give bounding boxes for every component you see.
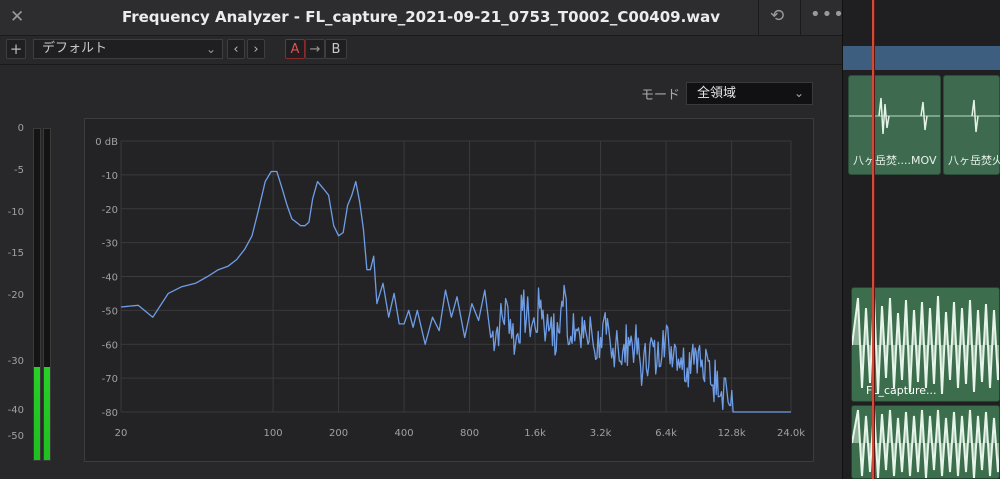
- y-tick-label: -30: [102, 239, 118, 250]
- timeline: 八ヶ岳焚....MOV 八ヶ岳焚火 FL_capture...: [843, 0, 1000, 479]
- y-tick-label: -80: [102, 408, 118, 419]
- meter-tick: -20: [7, 290, 24, 301]
- meter-channel-left: [33, 128, 41, 461]
- next-preset-button[interactable]: ›: [247, 39, 265, 59]
- y-tick-label: -10: [102, 171, 118, 182]
- chevron-down-icon: ⌄: [205, 42, 216, 56]
- previous-preset-button[interactable]: ‹: [227, 39, 245, 59]
- x-tick-label: 400: [395, 428, 414, 439]
- divider: [800, 0, 801, 35]
- divider: [758, 0, 759, 35]
- x-tick-label: 20: [115, 428, 128, 439]
- meter-tick: 0: [17, 123, 24, 134]
- chevron-down-icon: ⌄: [793, 86, 804, 100]
- preset-dropdown[interactable]: デフォルト ⌄: [33, 39, 223, 59]
- clip-label: 八ヶ岳焚....MOV: [853, 154, 937, 167]
- x-tick-label: 3.2k: [590, 428, 612, 439]
- meter-tick: -15: [7, 248, 24, 259]
- meter-fill-right: [44, 367, 50, 460]
- clip-waveform: [944, 99, 1000, 133]
- meter-tick: -10: [7, 207, 24, 218]
- video-clip[interactable]: 八ヶ岳焚....MOV: [848, 75, 941, 175]
- more-icon[interactable]: •••: [810, 4, 845, 25]
- mode-value: 全領域: [697, 86, 737, 101]
- x-tick-label: 800: [460, 428, 479, 439]
- spectrum-panel: 0 dB -10 -20 -30 -40 -50 -60 -70 -80 20 100 200 400 8…: [84, 118, 814, 462]
- meter-tick: -40: [7, 405, 24, 416]
- timeline-track-bar: [843, 46, 1000, 70]
- clip-label: 八ヶ岳焚火: [948, 154, 1000, 167]
- y-tick-label: -40: [102, 273, 118, 284]
- x-tick-label: 100: [264, 428, 283, 439]
- compare-a-button[interactable]: A: [285, 39, 305, 59]
- meter-tick: -50: [7, 431, 24, 442]
- mode-select[interactable]: 全領域 ⌄: [686, 82, 813, 105]
- spectrum-chart: 0 dB -10 -20 -30 -40 -50 -60 -70 -80 20 100 200 400 8…: [95, 137, 805, 439]
- x-tick-label: 12.8k: [718, 428, 746, 439]
- meter-tick: -30: [7, 356, 24, 367]
- y-tick-label: -60: [102, 340, 118, 351]
- mode-label: モード: [641, 88, 681, 103]
- x-tick-label: 200: [329, 428, 348, 439]
- preset-value: デフォルト: [42, 41, 108, 56]
- x-tick-label: 6.4k: [655, 428, 677, 439]
- meter-tick: -5: [14, 165, 24, 176]
- copy-a-to-b-button[interactable]: →: [305, 39, 325, 59]
- clip-label: FL_capture...: [866, 384, 937, 397]
- title-bar[interactable]: ✕ Frequency Analyzer - FL_capture_2021-0…: [0, 0, 845, 36]
- x-tick-label: 24.0k: [777, 428, 805, 439]
- y-tick-label: -50: [102, 306, 118, 317]
- frequency-analyzer-window: ✕ Frequency Analyzer - FL_capture_2021-0…: [0, 0, 845, 479]
- video-clip[interactable]: 八ヶ岳焚火: [943, 75, 1000, 175]
- y-tick-label: -70: [102, 374, 118, 385]
- meter-fill-left: [34, 367, 40, 460]
- window-title: Frequency Analyzer - FL_capture_2021-09-…: [121, 8, 721, 26]
- preset-toolbar: + デフォルト ⌄ ‹ › A → B: [0, 36, 842, 65]
- history-icon[interactable]: ⟲: [770, 6, 784, 26]
- x-tick-label: 1.6k: [524, 428, 546, 439]
- spectrum-line: [120, 170, 791, 413]
- y-tick-label: -20: [102, 205, 118, 216]
- meter-channel-right: [43, 128, 51, 461]
- playhead-shadow: [874, 0, 875, 479]
- clip-waveform: [849, 97, 940, 135]
- y-tick-label: 0 dB: [95, 137, 118, 148]
- compare-b-button[interactable]: B: [325, 39, 347, 59]
- add-preset-button[interactable]: +: [6, 39, 26, 59]
